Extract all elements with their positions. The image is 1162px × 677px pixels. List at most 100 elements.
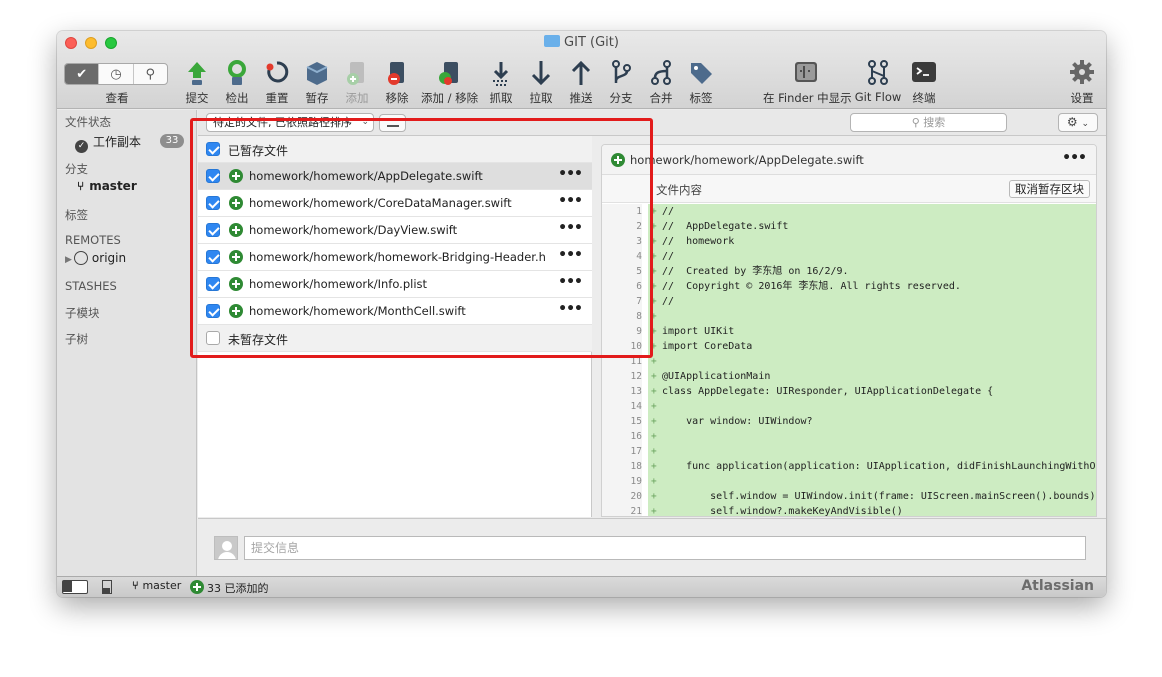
file-staged-checkbox[interactable] [206,196,220,210]
line-number: 15 [602,414,642,429]
subtrees-header[interactable]: 子树 [65,331,88,347]
fetch-icon [493,62,509,86]
gear-icon: ⚙ [1066,115,1078,129]
plus-marker: + [651,371,657,382]
line-text: @UIApplicationMain [662,371,771,382]
file-staged-checkbox[interactable] [206,223,220,237]
stashes-header[interactable]: STASHES [65,279,117,293]
file-staged-checkbox[interactable] [206,277,220,291]
plus-marker: + [651,356,657,367]
plus-marker: + [651,311,657,322]
view-mode-segmented-control[interactable]: ✔ ◷ ⚲ [64,63,168,85]
filter-bar: 待定的文件, 已依照路径排序 ⌄ ⚲ 搜索 ⚙ ⌄ [198,110,1106,136]
more-options-icon[interactable]: ••• [558,166,583,182]
commit-area: 提交信息 [198,518,1106,576]
diff-line: 20 + self.window = UIWindow.init(frame: U… [602,489,1096,504]
file-staged-checkbox[interactable] [206,304,220,318]
checkout-icon [228,60,246,85]
file-path: homework/homework/MonthCell.swift [249,304,466,318]
line-text: func application(application: UIApplicat… [662,461,1096,472]
diff-line: 11 + [602,354,1096,369]
staged-all-checkbox[interactable] [206,142,220,156]
added-line: + import CoreData [648,339,1096,354]
added-status-icon [229,304,243,318]
merge-icon [651,60,671,85]
file-row[interactable]: homework/homework/DayView.swift ••• [198,217,592,244]
plus-marker: + [651,341,657,352]
origin-label: origin [91,251,127,265]
remove-button[interactable]: 移除 [373,59,421,107]
added-status-icon [190,580,204,594]
tag-button[interactable]: 标签 [677,59,725,107]
added-line: + // AppDelegate.swift [648,219,1096,234]
settings-label: 设置 [1070,91,1094,105]
terminal-button[interactable]: 终端 [900,59,948,107]
line-number: 8 [602,309,642,324]
more-options-icon[interactable]: ••• [558,274,583,290]
file-row[interactable]: homework/homework/homework-Bridging-Head… [198,244,592,271]
list-mode-button[interactable] [379,114,406,132]
added-line: + // homework [648,234,1096,249]
show-in-finder-button[interactable]: 在 Finder 中显示 [763,59,852,107]
unstage-hunk-button[interactable]: 取消暂存区块 [1009,180,1090,198]
more-options-icon[interactable]: ••• [558,301,583,317]
sidebar-toggle-icon[interactable] [62,580,88,594]
staged-files-header[interactable]: 已暂存文件 [198,136,592,163]
sidebar-item-working-copy[interactable]: ✓ 工作副本 [75,133,141,153]
panel-toggle-icon[interactable] [102,580,112,594]
added-status-icon [229,169,243,183]
search-placeholder: 搜索 [923,116,946,129]
tags-header[interactable]: 标签 [65,207,88,223]
add-remove-button[interactable]: 添加 / 移除 [421,59,478,107]
line-number: 17 [602,444,642,459]
git-flow-button[interactable]: Git Flow [854,59,902,107]
commit-message-input[interactable]: 提交信息 [244,536,1086,560]
sidebar-item-master[interactable]: ⑂ master [77,179,137,193]
show-in-finder-label: 在 Finder 中显示 [763,91,852,105]
added-line: + // Created by 李东旭 on 16/2/9. [648,264,1096,279]
added-line: + [648,444,1096,459]
file-row[interactable]: homework/homework/AppDelegate.swift ••• [198,163,592,190]
status-branch: ⑂ master [132,579,181,592]
plus-marker: + [651,236,657,247]
unstaged-all-checkbox[interactable] [206,331,220,345]
file-row[interactable]: homework/homework/Info.plist ••• [198,271,592,298]
more-options-icon[interactable]: ••• [558,220,583,236]
added-line: + // [648,204,1096,219]
line-text: // [662,206,675,217]
line-number: 11 [602,354,642,369]
diff-line: 15 + var window: UIWindow? [602,414,1096,429]
more-options-icon[interactable]: ••• [1062,150,1087,166]
settings-button[interactable]: 设置 [1058,59,1106,107]
sort-select[interactable]: 待定的文件, 已依照路径排序 ⌄ [206,113,374,132]
added-line: + [648,309,1096,324]
line-number: 16 [602,429,642,444]
more-options-icon[interactable]: ••• [558,193,583,209]
more-options-icon[interactable]: ••• [558,247,583,263]
unstaged-files-header[interactable]: 未暂存文件 [198,325,592,352]
line-number: 9 [602,324,642,339]
line-number: 5 [602,264,642,279]
file-row[interactable]: homework/homework/MonthCell.swift ••• [198,298,592,325]
diff-line: 5 + // Created by 李东旭 on 16/2/9. [602,264,1096,279]
search-icon[interactable]: ⚲ [134,64,167,84]
clock-icon[interactable]: ◷ [99,64,134,84]
disclosure-triangle-icon[interactable]: ▶ [65,255,72,265]
added-status-icon [229,196,243,210]
diff-file-header: homework/homework/AppDelegate.swift ••• [602,145,1096,175]
check-icon[interactable]: ✔ [65,64,100,84]
line-text: // Created by 李东旭 on 16/2/9. [662,266,849,277]
submodules-header[interactable]: 子模块 [65,305,100,321]
file-row[interactable]: homework/homework/CoreDataManager.swift •… [198,190,592,217]
added-line: + // Copyright © 2016年 李东旭. All rights re… [648,279,1096,294]
plus-marker: + [651,221,657,232]
line-number: 13 [602,384,642,399]
diff-pane: homework/homework/AppDelegate.swift ••• … [593,136,1106,517]
file-staged-checkbox[interactable] [206,250,220,264]
search-field[interactable]: ⚲ 搜索 [850,113,1007,132]
status-branch-name: master [142,579,182,592]
sidebar-item-origin[interactable]: ▶ origin [65,251,126,265]
file-staged-checkbox[interactable] [206,169,220,183]
line-number: 21 [602,504,642,516]
actions-menu-button[interactable]: ⚙ ⌄ [1058,113,1098,132]
